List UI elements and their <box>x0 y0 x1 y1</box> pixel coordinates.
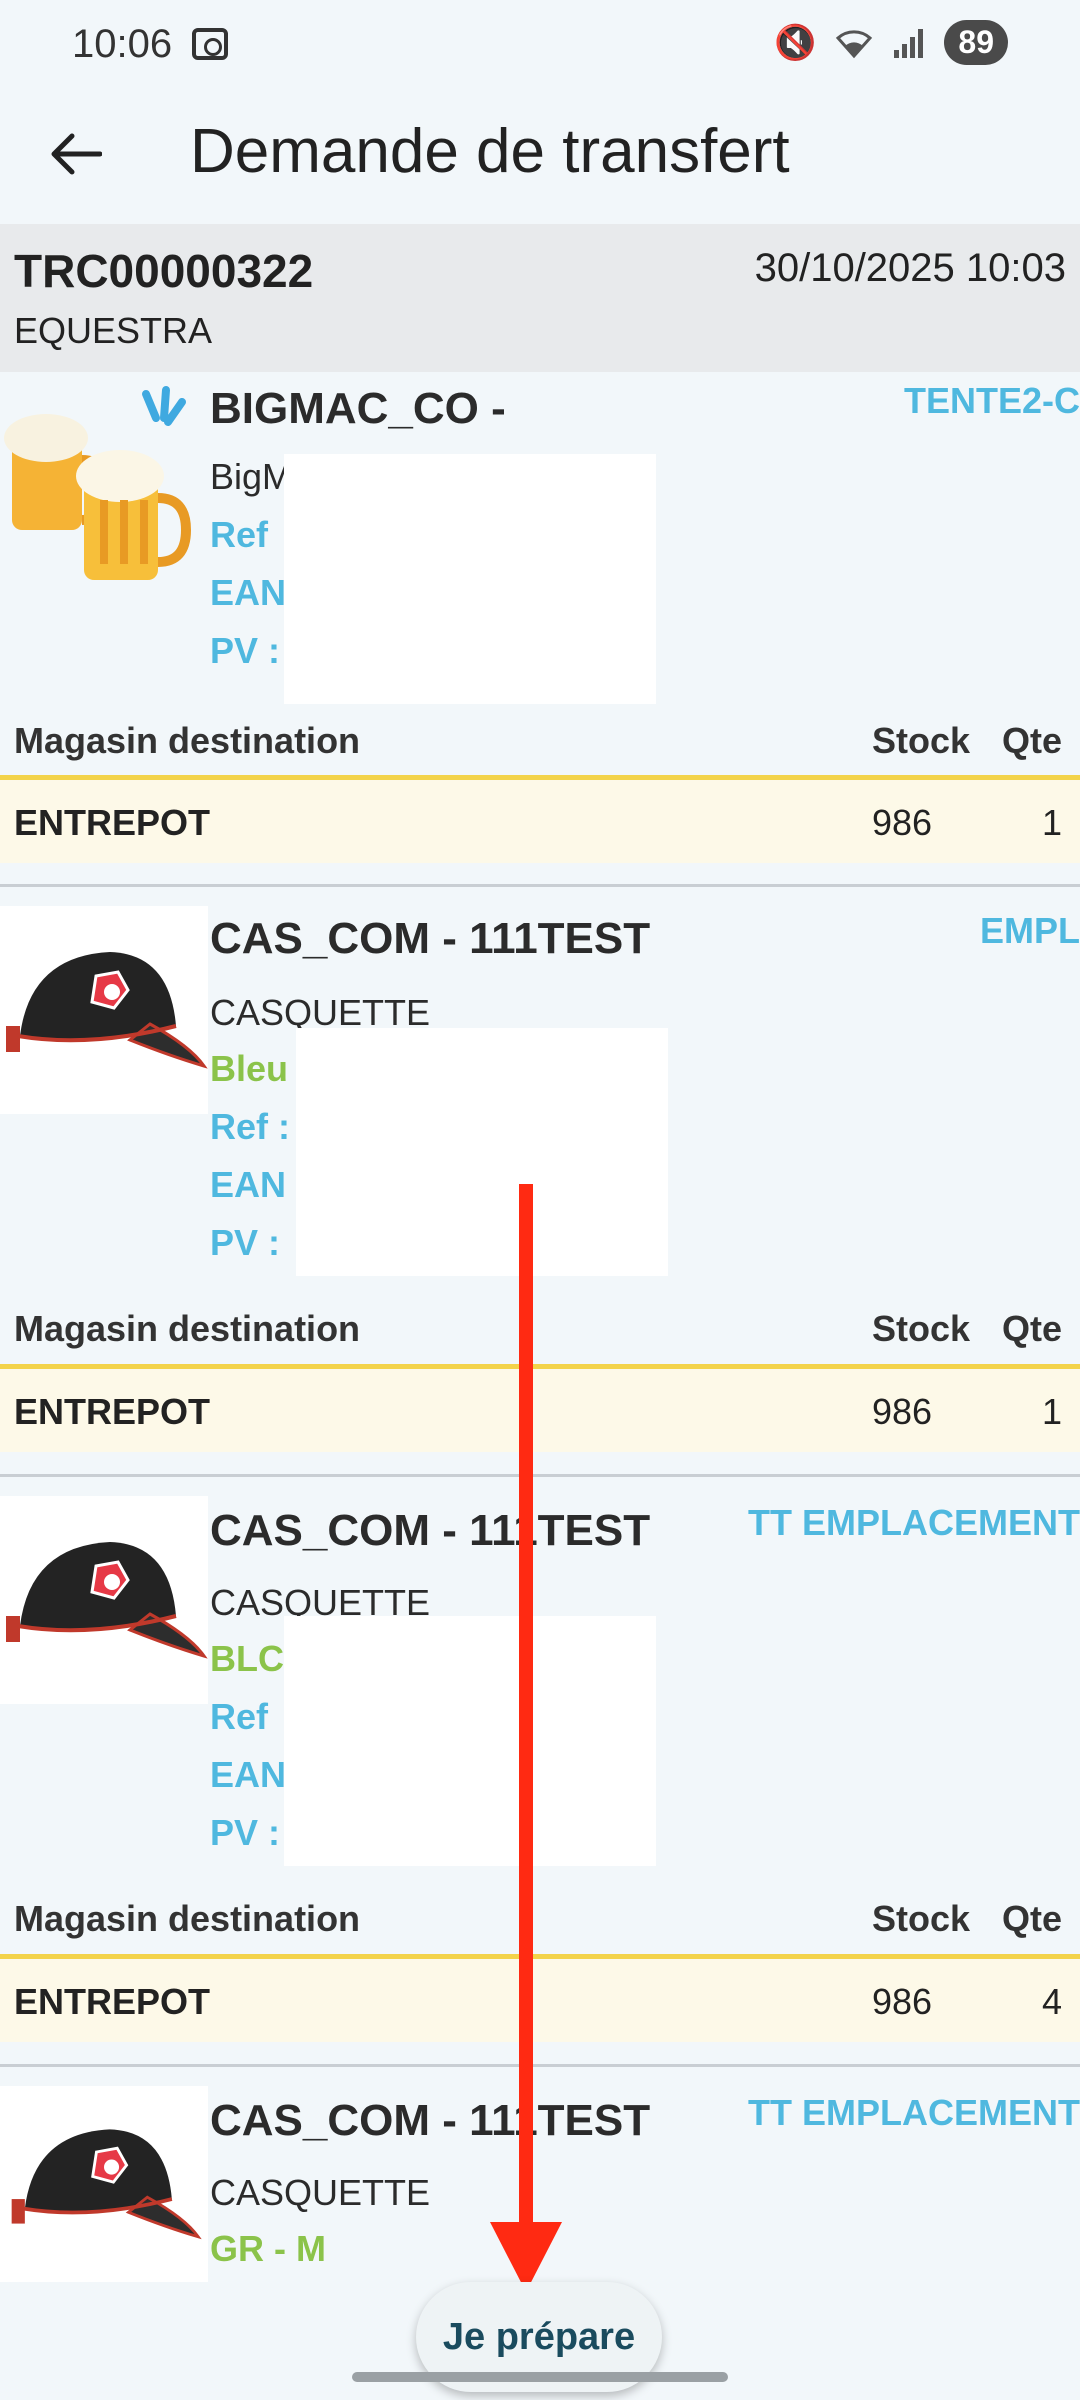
qty-label: Qte <box>1002 1308 1063 1349</box>
product-title: CAS_COM - 111TEST <box>210 914 651 963</box>
redaction-box <box>284 1616 656 1866</box>
product-card[interactable]: CAS_COM - 111TEST TT EMPLACEMENT CASQUET… <box>0 1488 1080 2066</box>
stock-label: Stock <box>872 720 971 761</box>
divider <box>0 1474 1080 1477</box>
product-location: EMPL <box>979 910 1080 951</box>
qty-value: 4 <box>1041 1981 1062 2022</box>
destination-name: ENTREPOT <box>14 802 211 843</box>
order-id: TRC00000322 <box>14 245 314 297</box>
order-header: TRC00000322 30/10/2025 10:03 EQUESTRA <box>0 224 1080 372</box>
page-title: Demande de transfert <box>190 117 790 186</box>
back-arrow-icon[interactable] <box>40 118 112 190</box>
product-ean: EAN <box>210 572 287 613</box>
product-ref: Ref <box>210 514 269 555</box>
destination-header: Magasin destination Stock Qte <box>0 1298 1080 1358</box>
destination-name: ENTREPOT <box>14 1391 211 1432</box>
product-title: CAS_COM - 111TEST <box>210 1506 651 1555</box>
beer-icon <box>0 380 208 588</box>
product-title: CAS_COM - 111TEST <box>210 2096 651 2145</box>
cap-image <box>0 906 208 1114</box>
product-variant: GR - M <box>210 2228 326 2269</box>
destination-label: Magasin destination <box>14 1898 361 1939</box>
destination-name: ENTREPOT <box>14 1981 211 2022</box>
order-client: EQUESTRA <box>14 310 213 351</box>
product-ean: EAN <box>210 1754 287 1795</box>
wifi-icon <box>834 26 874 60</box>
qty-value: 1 <box>1041 802 1062 843</box>
divider <box>0 884 1080 887</box>
destination-label: Magasin destination <box>14 1308 361 1349</box>
destination-row[interactable]: ENTREPOT 986 1 <box>0 1364 1080 1452</box>
swipe-arrow-overlay <box>519 1184 533 2234</box>
redaction-box <box>296 1028 668 1276</box>
status-time: 10:06 <box>72 22 173 66</box>
signal-icon <box>892 26 926 60</box>
product-ref: Ref <box>210 1696 269 1737</box>
stock-value: 986 <box>872 1981 933 2022</box>
product-card[interactable]: BIGMAC_CO - TENTE2-C BigM Ref EAN PV : M… <box>0 372 1080 884</box>
product-location: TT EMPLACEMENT <box>748 1502 1080 1543</box>
divider <box>0 2064 1080 2067</box>
product-price: PV : <box>210 1812 281 1853</box>
stock-label: Stock <box>872 1898 971 1939</box>
home-indicator[interactable] <box>352 2372 728 2382</box>
destination-row[interactable]: ENTREPOT 986 1 <box>0 775 1080 863</box>
stock-value: 986 <box>872 802 933 843</box>
product-card[interactable]: CAS_COM - 111TEST EMPL CASQUETTE Bleu Re… <box>0 898 1080 1476</box>
mute-icon: 🔇 <box>774 23 817 62</box>
cap-image <box>0 2086 208 2282</box>
destination-header: Magasin destination Stock Qte <box>0 710 1080 770</box>
cap-image <box>0 1496 208 1704</box>
order-date: 30/10/2025 10:03 <box>754 246 1066 290</box>
product-location: TENTE2-C <box>903 380 1080 421</box>
product-subtitle: CASQUETTE <box>210 2172 431 2213</box>
product-location: TT EMPLACEMENT <box>748 2092 1080 2133</box>
status-icons: 🔇 89 <box>774 20 1008 65</box>
redaction-box <box>284 454 656 704</box>
destination-label: Magasin destination <box>14 720 361 761</box>
product-price: PV : <box>210 1222 281 1263</box>
destination-row[interactable]: ENTREPOT 986 4 <box>0 1954 1080 2042</box>
stock-value: 986 <box>872 1391 933 1432</box>
qty-label: Qte <box>1002 720 1063 761</box>
product-ref: Ref : <box>210 1106 290 1147</box>
qty-label: Qte <box>1002 1898 1063 1939</box>
screen-record-icon <box>192 28 228 60</box>
product-variant: Bleu <box>210 1048 289 1089</box>
product-subtitle: BigM <box>210 456 293 497</box>
product-price: PV : <box>210 630 281 671</box>
product-title: BIGMAC_CO - <box>210 384 506 433</box>
stock-label: Stock <box>872 1308 971 1349</box>
status-bar: 10:06 🔇 89 <box>0 0 1080 92</box>
product-variant: BLC <box>210 1638 284 1679</box>
qty-value: 1 <box>1041 1391 1062 1432</box>
battery-indicator: 89 <box>944 20 1008 65</box>
app-bar: Demande de transfert <box>0 92 1080 222</box>
product-ean: EAN <box>210 1164 287 1205</box>
destination-header: Magasin destination Stock Qte <box>0 1888 1080 1948</box>
